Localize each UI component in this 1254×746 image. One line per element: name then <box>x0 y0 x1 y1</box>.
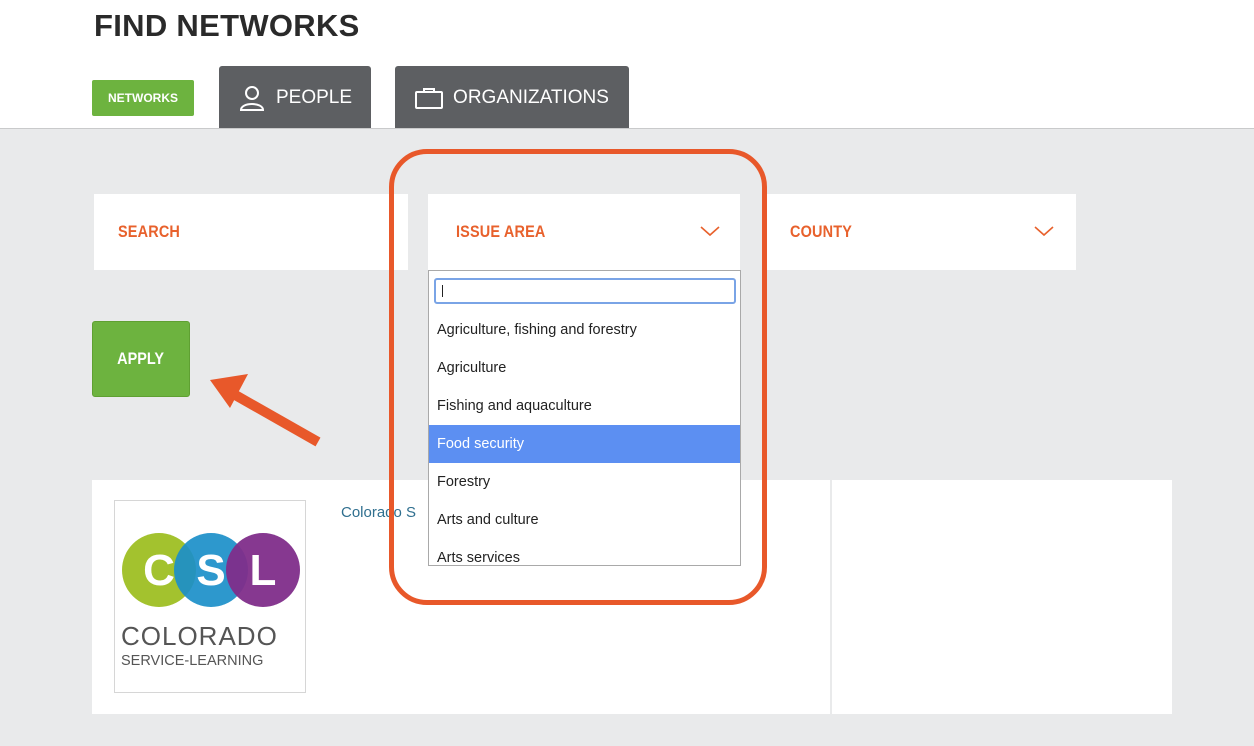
dropdown-search-input[interactable] <box>434 278 736 304</box>
tab-people[interactable]: PEOPLE <box>219 66 371 130</box>
dropdown-option[interactable]: Agriculture, fishing and forestry <box>429 311 740 349</box>
logo-letter-l: L <box>250 546 277 595</box>
chevron-down-icon <box>1034 226 1054 237</box>
issue-area-select[interactable]: ISSUE AREA <box>428 194 740 270</box>
tab-organizations[interactable]: ORGANIZATIONS <box>395 66 629 130</box>
chevron-down-icon <box>700 226 720 237</box>
arrow-icon <box>210 374 321 447</box>
apply-button[interactable]: APPLY <box>92 321 190 397</box>
logo-letter-c: C <box>143 546 175 595</box>
county-select[interactable]: COUNTY <box>764 194 1076 270</box>
text-caret <box>442 285 443 297</box>
logo-text-service-learning: SERVICE-LEARNING <box>121 653 264 669</box>
network-result-card-secondary <box>832 480 1172 714</box>
issue-area-dropdown: Agriculture, fishing and forestry Agricu… <box>428 270 741 566</box>
briefcase-icon <box>415 87 444 109</box>
find-networks-page: FIND NETWORKS NETWORKS PEOPLE ORGANIZATI… <box>0 0 1254 746</box>
issue-area-label: ISSUE AREA <box>456 222 546 241</box>
dropdown-option[interactable]: Fishing and aquaculture <box>429 387 740 425</box>
dropdown-option-highlighted[interactable]: Food security <box>429 425 740 463</box>
dropdown-option[interactable]: Forestry <box>429 463 740 501</box>
tab-networks[interactable]: NETWORKS <box>92 80 194 116</box>
search-field[interactable]: SEARCH <box>94 194 408 270</box>
county-label: COUNTY <box>790 222 853 241</box>
tab-organizations-label: ORGANIZATIONS <box>453 87 609 108</box>
dropdown-option[interactable]: Agriculture <box>429 349 740 387</box>
csl-logo-circles: C S L <box>122 533 300 607</box>
apply-label: APPLY <box>117 349 165 368</box>
page-title: FIND NETWORKS <box>94 8 360 43</box>
dropdown-option[interactable]: Arts and culture <box>429 501 740 539</box>
logo-letter-s: S <box>196 546 225 595</box>
network-name-link[interactable]: Colorado S <box>341 504 416 521</box>
search-label: SEARCH <box>118 222 181 241</box>
person-icon <box>238 84 266 112</box>
dropdown-option[interactable]: Arts services <box>429 539 740 565</box>
dropdown-options: Agriculture, fishing and forestry Agricu… <box>429 311 740 565</box>
tab-people-label: PEOPLE <box>275 87 353 108</box>
network-logo[interactable]: C S L COLORADO SERVICE-LEARNING <box>114 500 306 693</box>
logo-text-colorado: COLORADO <box>121 621 278 651</box>
